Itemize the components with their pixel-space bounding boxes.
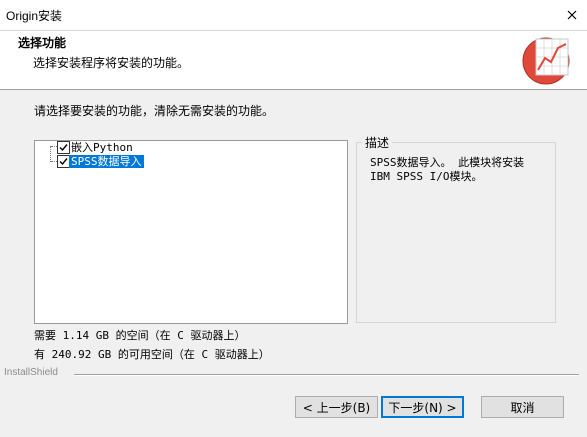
checkmark-icon <box>59 144 68 152</box>
space-available: 有 240.92 GB 的可用空间（在 C 驱动器上） <box>34 348 270 361</box>
page-subtitle: 选择安装程序将安装的功能。 <box>33 56 190 70</box>
tree-connector <box>50 146 51 162</box>
cancel-button[interactable]: 取消 <box>481 396 564 418</box>
instruction-text: 请选择要安装的功能，清除无需安装的功能。 <box>34 104 275 118</box>
space-required: 需要 1.14 GB 的空间（在 C 驱动器上） <box>34 329 246 342</box>
close-button[interactable] <box>563 6 581 24</box>
close-icon <box>567 10 577 20</box>
description-text: SPSS数据导入。 此模块将安装 IBM SPSS I/O模块。 <box>370 156 525 183</box>
page-title: 选择功能 <box>18 36 67 50</box>
title-bar: Origin安装 <box>0 0 587 31</box>
next-button[interactable]: 下一步(N) > <box>381 396 464 418</box>
feature-label-spss[interactable]: SPSS数据导入 <box>69 155 144 168</box>
origin-graph-icon <box>522 37 570 85</box>
header-panel: 选择功能 选择安装程序将安装的功能。 <box>0 31 587 90</box>
window-title: Origin安装 <box>6 9 63 23</box>
installshield-brand: InstallShield <box>4 367 58 378</box>
back-button[interactable]: < 上一步(B) <box>295 396 378 418</box>
feature-checkbox-python[interactable] <box>57 141 70 154</box>
feature-label-python[interactable]: 嵌入Python <box>71 141 133 154</box>
checkmark-icon <box>59 158 68 166</box>
footer-divider <box>74 374 579 376</box>
description-legend: 描述 <box>362 134 393 151</box>
